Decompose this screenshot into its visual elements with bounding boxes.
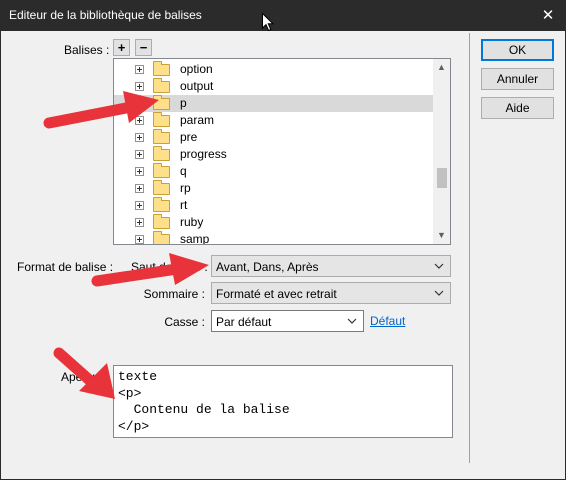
scroll-down-icon[interactable]: ▼: [433, 227, 450, 244]
annuler-button[interactable]: Annuler: [481, 68, 554, 90]
tree-item-label: q: [180, 164, 187, 178]
tree-item[interactable]: output: [114, 78, 434, 95]
mouse-cursor-icon: [262, 13, 274, 32]
tree-item-label: rt: [180, 198, 188, 212]
tree-item-label: rp: [180, 181, 191, 195]
tree-item[interactable]: q: [114, 163, 434, 180]
tree-item[interactable]: samp: [114, 231, 434, 245]
expand-icon[interactable]: [135, 201, 144, 210]
folder-icon: [153, 112, 170, 127]
folder-icon: [153, 163, 170, 178]
casse-value: Par défaut: [216, 315, 272, 329]
folder-icon: [153, 197, 170, 212]
scroll-up-icon[interactable]: ▲: [433, 59, 450, 76]
defaut-link[interactable]: Défaut: [370, 314, 405, 328]
saut-value: Avant, Dans, Après: [216, 260, 319, 274]
casse-label: Casse :: [164, 315, 205, 329]
folder-icon: [153, 78, 170, 93]
apercu-label: Aperçu :: [61, 370, 106, 384]
tree-item[interactable]: pre: [114, 129, 434, 146]
format-section-label: Format de balise :: [17, 260, 114, 274]
folder-icon: [153, 231, 170, 244]
chevron-down-icon: [347, 318, 357, 324]
tree-item[interactable]: rp: [114, 180, 434, 197]
tag-tree[interactable]: option output p param pre progress q rp rt ruby sa…: [113, 58, 451, 245]
folder-icon: [153, 129, 170, 144]
remove-icon: −: [139, 40, 148, 55]
expand-icon[interactable]: [135, 167, 144, 176]
close-button[interactable]: ✕: [531, 1, 565, 31]
folder-icon: [153, 180, 170, 195]
tree-item[interactable]: p: [114, 95, 434, 112]
expand-icon[interactable]: [135, 99, 144, 108]
remove-tag-button[interactable]: −: [135, 39, 152, 56]
folder-icon: [153, 214, 170, 229]
aide-button[interactable]: Aide: [481, 97, 554, 119]
ok-button[interactable]: OK: [481, 39, 554, 61]
chevron-down-icon: [434, 290, 444, 296]
tree-scrollbar[interactable]: ▲ ▼: [433, 59, 450, 244]
tree-item[interactable]: option: [114, 61, 434, 78]
saut-label: Saut de ligne :: [131, 260, 208, 274]
scroll-thumb[interactable]: [437, 168, 447, 188]
preview-line: texte: [118, 369, 158, 384]
chevron-down-icon: [434, 263, 444, 269]
vertical-separator: [469, 33, 470, 463]
tree-item-label: p: [180, 96, 187, 110]
expand-icon[interactable]: [135, 82, 144, 91]
add-tag-button[interactable]: +: [113, 39, 130, 56]
expand-icon[interactable]: [135, 150, 144, 159]
expand-icon[interactable]: [135, 218, 144, 227]
tree-item-label: ruby: [180, 215, 204, 229]
expand-icon[interactable]: [135, 184, 144, 193]
window-title: Editeur de la bibliothèque de balises: [9, 8, 202, 22]
sommaire-label: Sommaire :: [143, 287, 205, 301]
sommaire-value: Formaté et avec retrait: [216, 287, 337, 301]
tree-item[interactable]: param: [114, 112, 434, 129]
saut-de-ligne-select[interactable]: Avant, Dans, Après: [211, 255, 451, 277]
add-icon: +: [117, 40, 126, 55]
folder-icon: [153, 61, 170, 76]
expand-icon[interactable]: [135, 133, 144, 142]
tag-library-editor-dialog: Editeur de la bibliothèque de balises ✕ …: [0, 0, 566, 480]
tree-item-label: pre: [180, 130, 198, 144]
tree-item-label: progress: [180, 147, 227, 161]
preview-line: <p>: [118, 385, 142, 401]
tree-item[interactable]: progress: [114, 146, 434, 163]
folder-icon: [153, 146, 170, 161]
expand-icon[interactable]: [135, 235, 144, 244]
preview-line: Contenu de la balise: [118, 402, 290, 417]
tree-item[interactable]: ruby: [114, 214, 434, 231]
preview-box: texte <p> Contenu de la balise </p>: [113, 365, 453, 438]
folder-icon: [153, 95, 170, 110]
balises-label: Balises :: [64, 43, 110, 57]
tree-item-label: output: [180, 79, 214, 93]
expand-icon[interactable]: [135, 65, 144, 74]
tree-item-label: samp: [180, 232, 210, 245]
tree-item[interactable]: rt: [114, 197, 434, 214]
sommaire-select[interactable]: Formaté et avec retrait: [211, 282, 451, 304]
expand-icon[interactable]: [135, 116, 144, 125]
tree-item-label: option: [180, 62, 213, 76]
tree-item-label: param: [180, 113, 215, 127]
title-bar[interactable]: Editeur de la bibliothèque de balises ✕: [1, 1, 565, 31]
preview-line: </p>: [118, 418, 150, 434]
casse-select[interactable]: Par défaut: [211, 310, 364, 332]
